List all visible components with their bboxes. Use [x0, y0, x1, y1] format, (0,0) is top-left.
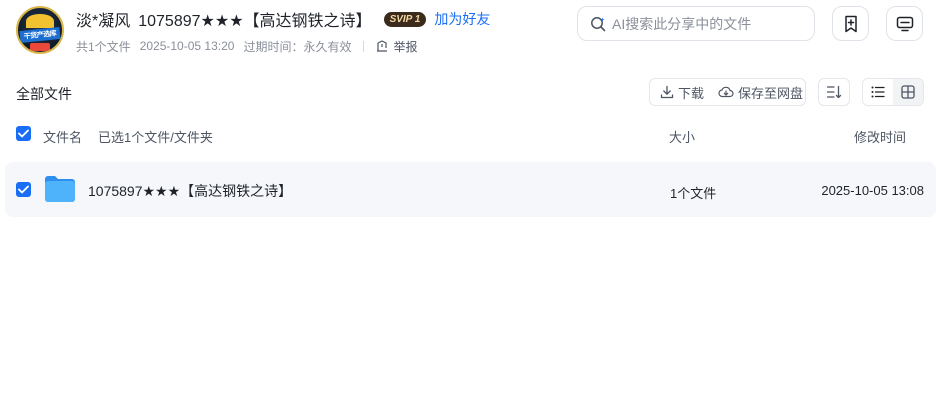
- folder-icon: [45, 176, 75, 202]
- report-label: 举报: [393, 39, 418, 54]
- screen-button[interactable]: [886, 6, 923, 41]
- list-view-icon: [871, 86, 885, 98]
- table-row[interactable]: 1075897★★★【高达钢铁之诗】 1个文件 2025-10-05 13:08: [5, 162, 936, 217]
- avatar-base-shape: [30, 43, 50, 51]
- table-header: 文件名 已选1个文件/文件夹 大小 修改时间: [0, 120, 936, 148]
- select-all-checkbox[interactable]: [16, 126, 31, 141]
- checkmark-icon: [18, 185, 29, 194]
- share-title: 1075897★★★【高达钢铁之诗】: [138, 13, 372, 30]
- sharer-avatar[interactable]: 干货产选库: [16, 6, 64, 54]
- share-time: 2025-10-05 13:20: [139, 39, 235, 53]
- report-button[interactable]: 举报: [376, 38, 417, 55]
- column-header-modified[interactable]: 修改时间: [854, 127, 906, 146]
- selection-count: 已选1个文件/文件夹: [98, 130, 213, 145]
- download-icon: [660, 85, 674, 99]
- avatar-text: 干货产选库: [23, 30, 57, 41]
- bookmark-plus-icon: [844, 15, 857, 32]
- file-name[interactable]: 1075897★★★【高达钢铁之诗】: [88, 181, 292, 201]
- column-header-size[interactable]: 大小: [669, 127, 695, 146]
- grid-view-icon: [901, 85, 915, 99]
- file-count: 共1个文件: [76, 39, 131, 54]
- sharer-name[interactable]: 淡*凝风: [76, 7, 130, 31]
- file-modified-time: 2025-10-05 13:08: [821, 183, 924, 198]
- expire-time: 过期时间：永久有效: [243, 39, 352, 54]
- monitor-icon: [896, 16, 913, 31]
- add-bookmark-button[interactable]: [832, 6, 869, 41]
- share-title-row: 淡*凝风 1075897★★★【高达钢铁之诗】 SVIP 1 加为好友: [76, 8, 490, 30]
- avatar-crown-shape: [26, 14, 54, 28]
- ai-search-icon: [591, 16, 606, 31]
- save-to-cloud-button[interactable]: 保存至网盘: [718, 83, 803, 102]
- meta-divider: [363, 40, 365, 52]
- add-friend-link[interactable]: 加为好友: [434, 9, 490, 29]
- grid-view-button[interactable]: [893, 79, 923, 105]
- share-meta-row: 共1个文件 2025-10-05 13:20 过期时间：永久有效 举报: [76, 37, 417, 55]
- view-mode-toggle: [862, 78, 924, 106]
- checkmark-icon: [18, 129, 29, 138]
- download-label: 下载: [678, 85, 705, 101]
- download-button[interactable]: 下载: [660, 83, 704, 102]
- sort-button[interactable]: [818, 78, 850, 106]
- column-header-name[interactable]: 文件名: [43, 127, 82, 146]
- report-icon: [377, 40, 388, 52]
- search-input[interactable]: [612, 15, 802, 32]
- cloud-save-icon: [718, 86, 734, 98]
- row-checkbox[interactable]: [16, 182, 31, 197]
- list-view-button[interactable]: [863, 79, 893, 105]
- sort-icon: [826, 85, 842, 99]
- file-actions-group: 下载 保存至网盘: [649, 78, 806, 106]
- file-size: 1个文件: [670, 186, 717, 201]
- svip-badge: SVIP 1: [383, 11, 427, 27]
- all-files-breadcrumb[interactable]: 全部文件: [16, 84, 72, 104]
- search-box[interactable]: [577, 6, 815, 41]
- save-label: 保存至网盘: [738, 85, 804, 101]
- avatar-band: 干货产选库: [19, 26, 61, 44]
